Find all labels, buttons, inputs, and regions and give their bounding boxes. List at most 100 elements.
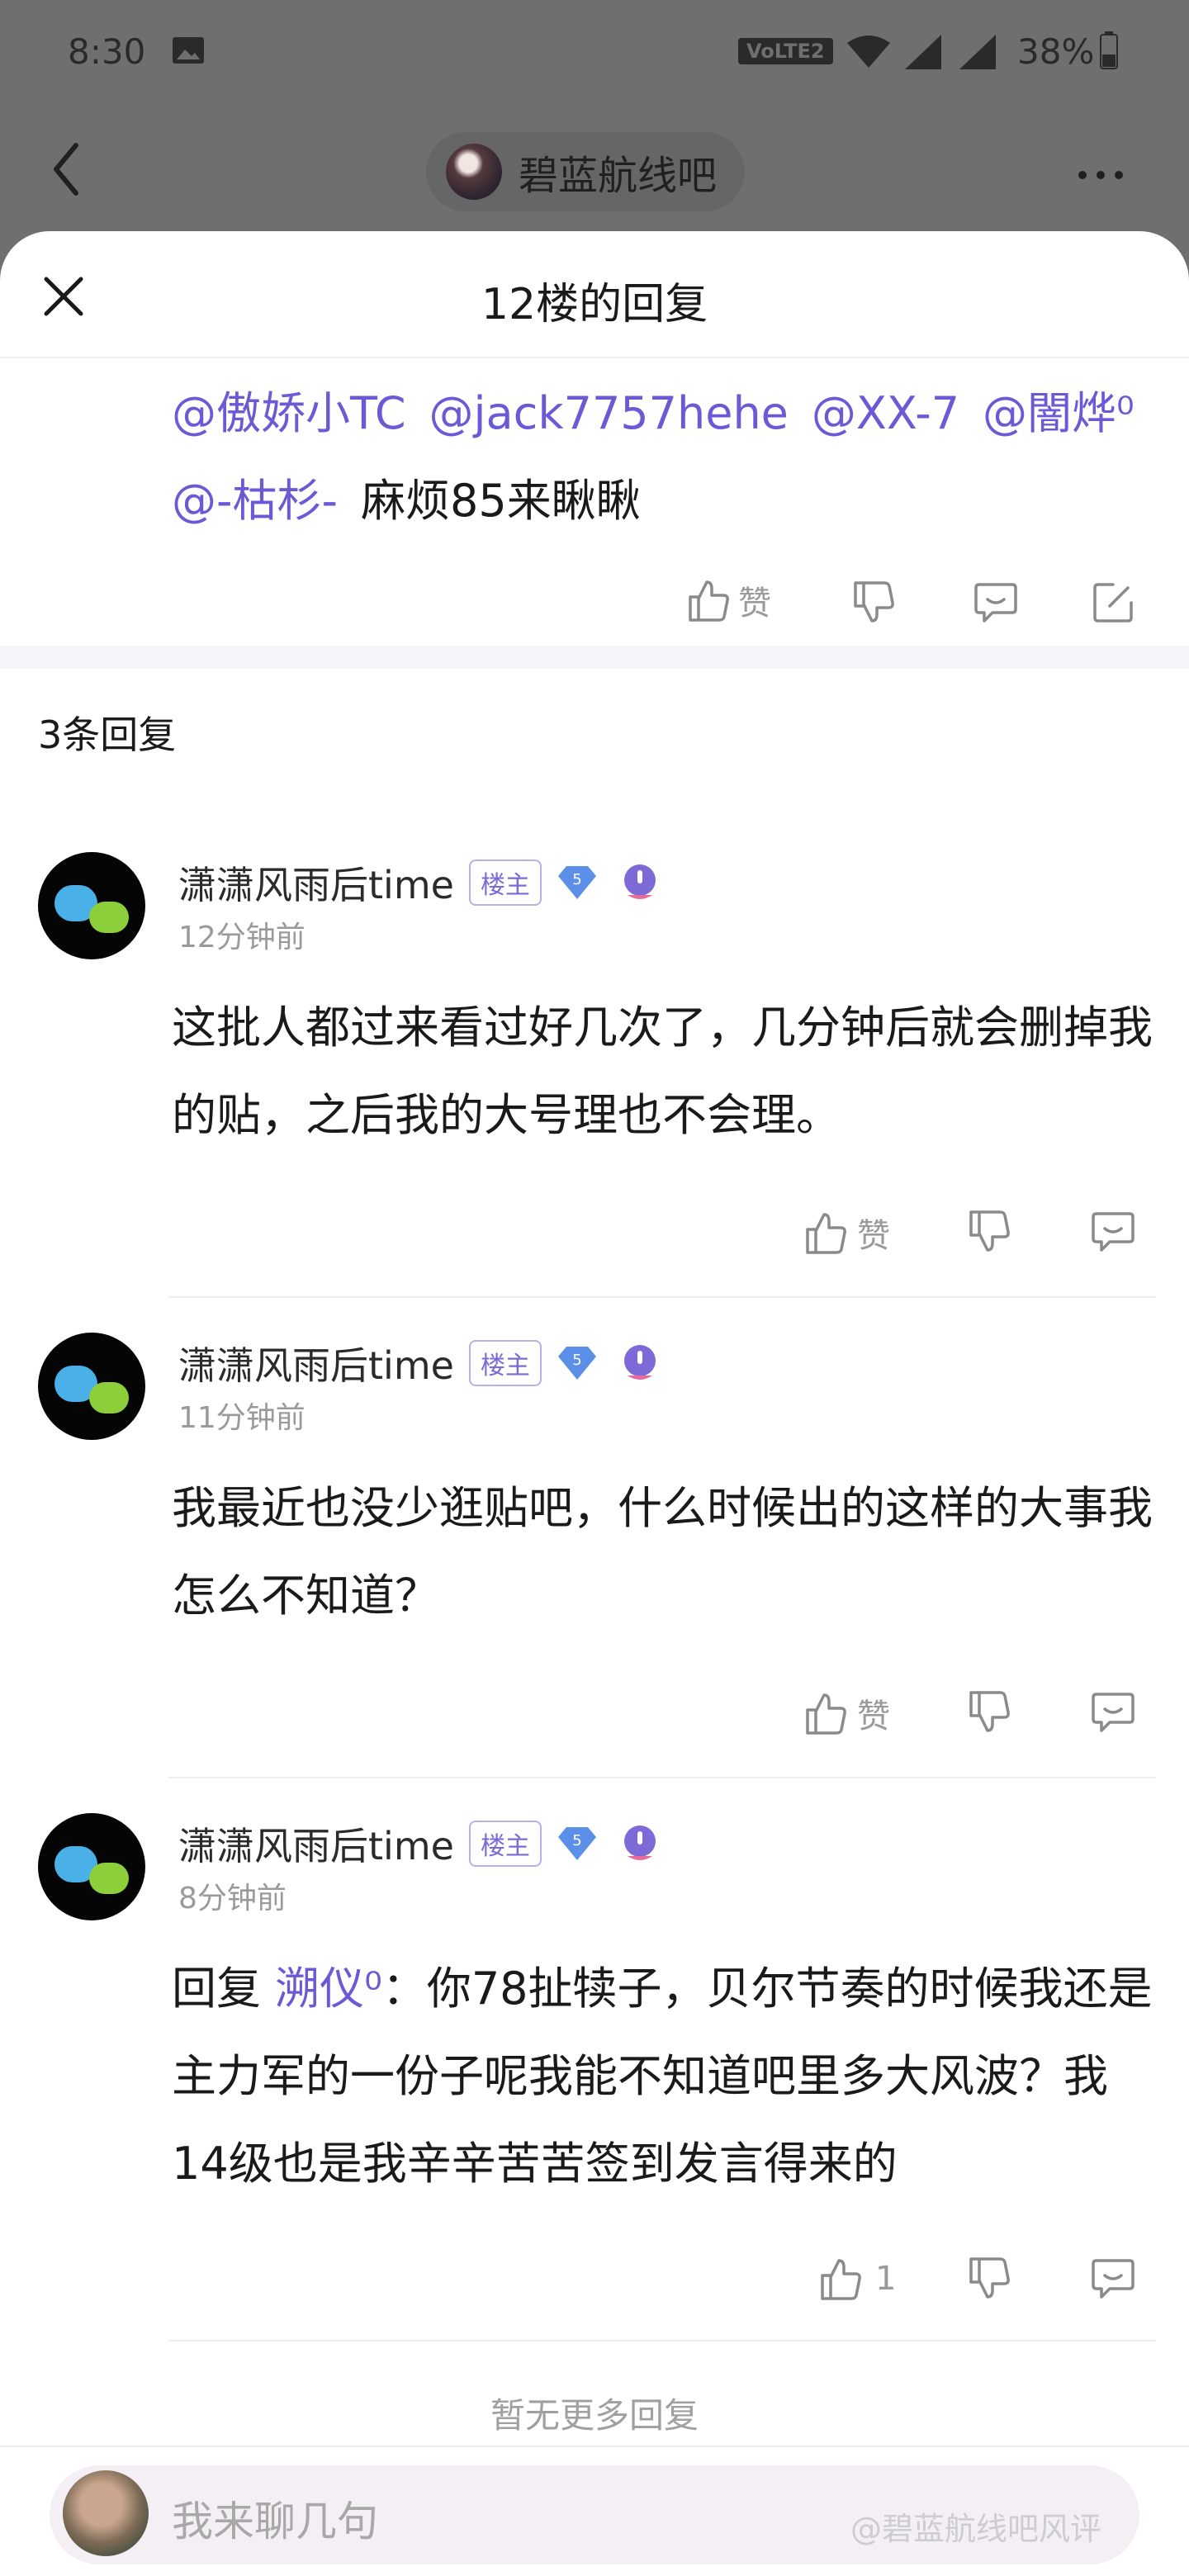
reply-content: 我最近也没少逛贴吧，什么时候出的这样的大事我怎么不知道？ [172, 1482, 1153, 1622]
mention-link[interactable]: @XX-7 [812, 387, 959, 439]
sheet-header: 12楼的回复 [0, 231, 1189, 358]
back-arrow-icon[interactable] [50, 140, 83, 198]
avatar[interactable] [38, 852, 145, 959]
like-label: 赞 [857, 1698, 890, 1735]
reply-actions: 赞 [0, 1209, 1189, 1283]
no-more-replies: 暂无更多回复 [490, 2395, 699, 2436]
image-notification-icon [173, 37, 204, 64]
network-badge: VoLTE2 [738, 38, 833, 64]
signal-icon [905, 35, 941, 69]
reply-sheet: 12楼的回复 @傲娇小TC @jack7757hehe @XX-7 @闇烨⁰ @-枯杉… [0, 231, 1189, 2576]
comment-button[interactable] [1090, 2256, 1136, 2302]
my-avatar [63, 2470, 149, 2556]
dislike-button[interactable] [966, 1209, 1012, 1255]
level-diamond-icon: 5 [557, 1347, 596, 1380]
member-badge-icon [623, 864, 656, 899]
thumbs-down-icon [969, 2257, 1010, 2299]
reply-divider [168, 1777, 1156, 1778]
thumbs-up-icon [806, 1213, 846, 1254]
reply-to-user-link[interactable]: 溯仪⁰ [275, 1963, 382, 2015]
comment-icon [1092, 1693, 1135, 1732]
comment-icon [1092, 2259, 1135, 2299]
username[interactable]: 潇潇风雨后time [178, 855, 454, 910]
reply-count: 3条回复 [38, 713, 177, 757]
op-badge: 楼主 [468, 1340, 542, 1386]
op-text: 麻烦85来瞅瞅 [360, 475, 641, 527]
wifi-icon [847, 36, 890, 68]
status-time: 8:30 [68, 31, 146, 72]
user-row: 潇潇风雨后time 楼主 5 [178, 1336, 661, 1390]
user-row: 潇潇风雨后time 楼主 5 [178, 855, 661, 910]
forum-name: 碧蓝航线吧 [519, 153, 718, 199]
edit-button[interactable] [1090, 580, 1136, 626]
op-badge: 楼主 [468, 1821, 542, 1867]
mention-link[interactable]: @傲娇小TC [172, 387, 406, 439]
comment-icon [1092, 1212, 1135, 1252]
level-number: 5 [572, 1832, 581, 1849]
thumbs-down-icon [854, 581, 894, 623]
reply-time: 11分钟前 [178, 1401, 306, 1435]
member-badge-icon [623, 1345, 656, 1380]
sheet-title: 12楼的回复 [481, 280, 708, 329]
level-diamond-icon: 5 [557, 866, 596, 899]
dislike-button[interactable] [966, 2256, 1012, 2302]
forum-avatar [446, 144, 502, 200]
reply-actions: 1 [0, 2256, 1189, 2330]
like-label: 赞 [857, 1217, 890, 1255]
reply-time: 8分钟前 [178, 1882, 287, 1915]
like-button[interactable]: 赞 [803, 1689, 890, 1737]
reply-prefix: 回复 [172, 1963, 276, 2015]
avatar[interactable] [38, 1813, 145, 1920]
signal-icon-2 [959, 35, 996, 69]
level-number: 5 [572, 1352, 581, 1369]
op-actions: 赞 [0, 555, 1189, 646]
reply-time: 12分钟前 [178, 921, 306, 954]
like-count: 1 [875, 2260, 897, 2298]
battery-percent: 38% [1017, 31, 1095, 72]
forum-nav-bar: 碧蓝航线吧 [0, 107, 1189, 231]
like-label: 赞 [738, 585, 771, 623]
like-button[interactable]: 赞 [803, 1209, 890, 1257]
comment-button[interactable] [1090, 1689, 1136, 1735]
reply-content: 回复 溯仪⁰：你78扯犊子，贝尔节奏的时候我还是主力军的一份子呢我能不知道吧里多… [172, 1945, 1163, 2208]
edit-icon [1093, 583, 1133, 623]
comment-button[interactable] [973, 580, 1019, 626]
thumbs-up-icon [821, 2259, 861, 2300]
reply-divider [168, 1296, 1156, 1298]
like-button[interactable]: 赞 [685, 576, 771, 624]
reply-actions: 赞 [0, 1689, 1189, 1764]
comment-placeholder: 我来聊几句 [172, 2498, 378, 2545]
mention-link[interactable]: @-枯杉- [172, 475, 338, 527]
avatar[interactable] [38, 1333, 145, 1440]
like-button[interactable]: 1 [817, 2256, 896, 2302]
thumbs-down-icon [969, 1210, 1010, 1252]
user-row: 潇潇风雨后time 楼主 5 [178, 1816, 661, 1871]
reply-item: 潇潇风雨后time 楼主 5 11分钟前 我最近也没少逛贴吧，什么时候出的这样的… [0, 1333, 1189, 1795]
comment-icon [974, 583, 1017, 623]
level-diamond-icon: 5 [557, 1827, 596, 1860]
thumbs-up-icon [806, 1693, 846, 1735]
forum-title-pill[interactable]: 碧蓝航线吧 [426, 132, 746, 211]
dislike-button[interactable] [850, 580, 897, 626]
more-options-icon[interactable] [1078, 167, 1133, 182]
comment-input-bar: 我来聊几句 @碧蓝航线吧风评 [0, 2446, 1189, 2576]
thumbs-up-icon [689, 580, 729, 622]
mention-link[interactable]: @闇烨⁰ [983, 387, 1135, 439]
username[interactable]: 潇潇风雨后time [178, 1816, 454, 1871]
thumbs-down-icon [969, 1691, 1010, 1732]
member-badge-icon [623, 1825, 656, 1860]
level-number: 5 [572, 871, 581, 888]
section-separator [0, 646, 1189, 669]
op-content: @傲娇小TC @jack7757hehe @XX-7 @闇烨⁰ @-枯杉- 麻烦85来瞅… [172, 370, 1163, 545]
comment-button[interactable] [1090, 1209, 1136, 1255]
op-badge: 楼主 [468, 859, 542, 906]
dislike-button[interactable] [966, 1689, 1012, 1735]
reply-divider [168, 2340, 1156, 2342]
battery-icon [1100, 31, 1118, 69]
reply-content: 这批人都过来看过好几次了，几分钟后就会删掉我的贴，之后我的大号理也不会理。 [172, 1002, 1153, 1141]
mention-link[interactable]: @jack7757hehe [429, 387, 789, 439]
status-bar: 8:30 VoLTE2 38% [0, 0, 1189, 107]
username[interactable]: 潇潇风雨后time [178, 1336, 454, 1390]
watermark: @碧蓝航线吧风评 [850, 2511, 1102, 2547]
reply-item: 潇潇风雨后time 楼主 5 8分钟前 回复 溯仪⁰：你78扯犊子，贝尔节奏的时… [0, 1813, 1189, 2358]
